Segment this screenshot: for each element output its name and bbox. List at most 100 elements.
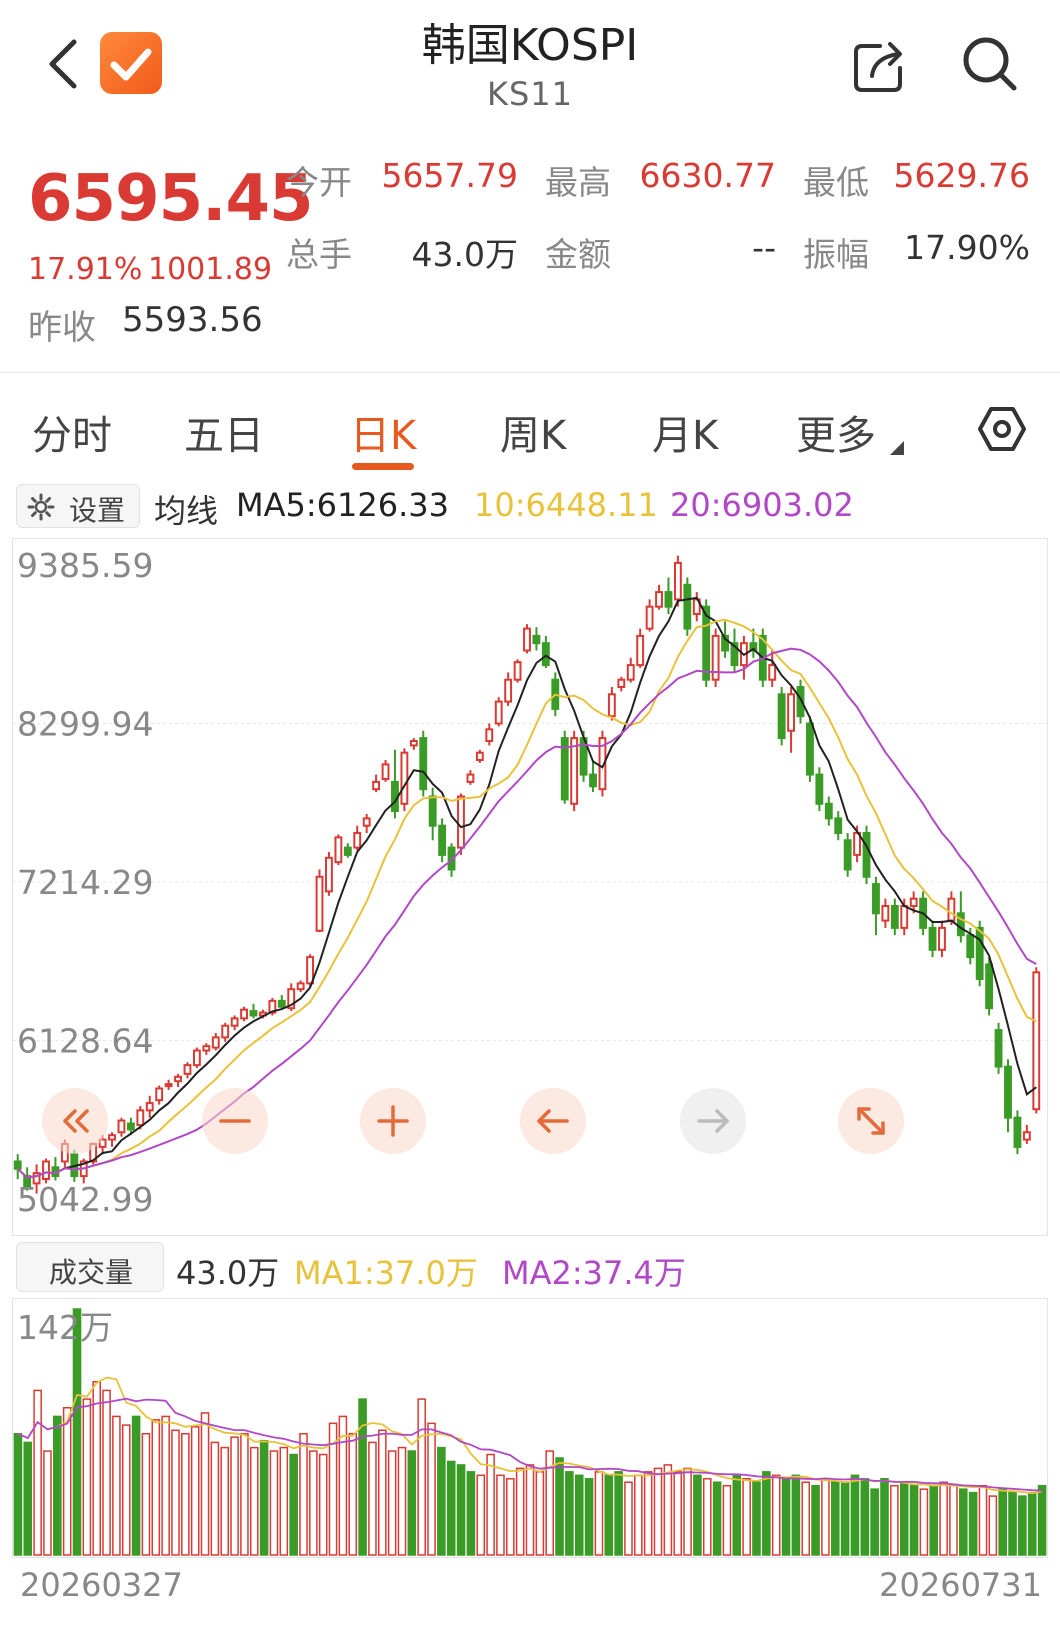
volume-legend: 成交量 43.0万 MA1:37.0万 MA2:37.4万 (0, 1240, 1060, 1296)
volume-bar (131, 1415, 141, 1556)
volume-bar (673, 1471, 683, 1556)
candle-body (956, 912, 965, 937)
tab-intraday[interactable]: 分时 (32, 403, 112, 461)
candle-body (664, 591, 673, 608)
volume-bar (683, 1467, 692, 1556)
candle-body (249, 1010, 258, 1017)
volume-bar (988, 1495, 998, 1556)
volume-bar (535, 1471, 545, 1556)
volume-bar (171, 1429, 180, 1556)
volume-bar (92, 1381, 101, 1556)
ma-prefix: 均线 (154, 492, 219, 530)
candle-body (966, 934, 975, 959)
candle-body (1004, 1065, 1012, 1119)
volume-bar (752, 1481, 761, 1556)
candle-body (777, 693, 786, 740)
volume-bar (437, 1446, 446, 1556)
volume-bar (712, 1481, 722, 1556)
zoom-out-button[interactable] (202, 1088, 268, 1154)
change-amount: 1001.89 (148, 252, 273, 287)
candle-body (230, 1017, 239, 1027)
tab-five-day[interactable]: 五日 (184, 403, 264, 461)
page-title: 韩国KOSPI (421, 20, 639, 71)
candle-body (975, 926, 984, 980)
tab-weekly-k[interactable]: 周K (500, 403, 566, 461)
candle-body (475, 751, 484, 761)
candle-body (315, 875, 324, 932)
y-tick-label: 6128.64 (17, 1022, 153, 1061)
candle-body (985, 963, 994, 1010)
candle-body (843, 839, 852, 871)
search-icon[interactable] (958, 32, 1020, 94)
candle-body (192, 1049, 201, 1067)
volume-bar (643, 1471, 653, 1556)
candle-body (626, 664, 635, 681)
tab-daily-k[interactable]: 日K (350, 403, 416, 461)
candle-body (607, 693, 616, 718)
candle-body (645, 605, 654, 630)
candle-body (523, 627, 531, 652)
candle-body (174, 1075, 182, 1083)
tab-monthly-k[interactable]: 月K (652, 403, 718, 461)
ma-settings-button[interactable]: 设置 (16, 484, 140, 528)
arrow-left-icon (537, 1109, 569, 1133)
volume-bar (269, 1450, 279, 1556)
volume-bar (574, 1474, 584, 1556)
volume-bar (771, 1474, 781, 1556)
candle-body (824, 802, 833, 820)
candle-body (221, 1024, 230, 1039)
volume-bar (358, 1398, 367, 1556)
zoom-in-button[interactable] (360, 1088, 426, 1154)
volume-bar (210, 1441, 220, 1556)
volume-bar (387, 1450, 397, 1556)
app-logo-icon[interactable] (100, 32, 162, 94)
volume-bar (259, 1439, 269, 1556)
change-percent: 17.91% (28, 252, 143, 287)
volume-bar (230, 1436, 239, 1556)
pan-right-button[interactable] (680, 1088, 746, 1154)
share-icon[interactable] (850, 36, 910, 96)
candle-body (834, 817, 843, 834)
volume-indicator-button[interactable]: 成交量 (16, 1242, 164, 1292)
candle-body (504, 678, 513, 703)
active-tab-indicator (352, 463, 414, 470)
volume-bar (801, 1481, 811, 1556)
volume-bar (476, 1474, 486, 1556)
volume-bar (13, 1432, 23, 1556)
volume-bar (102, 1389, 111, 1556)
rewind-button[interactable] (42, 1088, 108, 1154)
volume-bar (181, 1432, 190, 1556)
amount-label: 金额 (545, 235, 611, 274)
volume-bar (407, 1450, 417, 1556)
volume-bar (43, 1450, 52, 1556)
volume-bar (1008, 1491, 1017, 1556)
volume-bar (880, 1478, 889, 1556)
low-value: 5629.76 (893, 156, 1030, 195)
volume-bar (309, 1450, 318, 1556)
last-price: 6595.45 (28, 162, 313, 236)
volume-bar (82, 1398, 92, 1556)
hexagon-settings-icon[interactable] (978, 405, 1026, 453)
volume-indicator-label: 成交量 (48, 1256, 133, 1289)
candle-body (145, 1102, 154, 1112)
candle-body (240, 1008, 248, 1020)
volume-max-label: 142万 (17, 1308, 113, 1347)
zoom-out-icon (219, 1119, 251, 1123)
candle-body (711, 634, 720, 681)
back-icon[interactable] (44, 36, 84, 92)
volume-bar (299, 1432, 308, 1556)
candle-body (42, 1160, 50, 1180)
volume-bar (890, 1484, 899, 1556)
fullscreen-button[interactable] (838, 1088, 904, 1154)
volume-bar (998, 1488, 1007, 1556)
volume-bar (161, 1415, 170, 1556)
volume-bar (53, 1415, 62, 1556)
pan-left-button[interactable] (520, 1088, 586, 1154)
volume-bar (151, 1419, 161, 1556)
volume-bar (377, 1429, 387, 1556)
more-dropdown-icon (890, 441, 904, 455)
zoom-in-icon (377, 1105, 409, 1137)
tab-more[interactable]: 更多 (796, 403, 876, 461)
volume-current: 43.0万 (176, 1254, 280, 1292)
volume-chart[interactable]: 142万 (12, 1298, 1048, 1558)
